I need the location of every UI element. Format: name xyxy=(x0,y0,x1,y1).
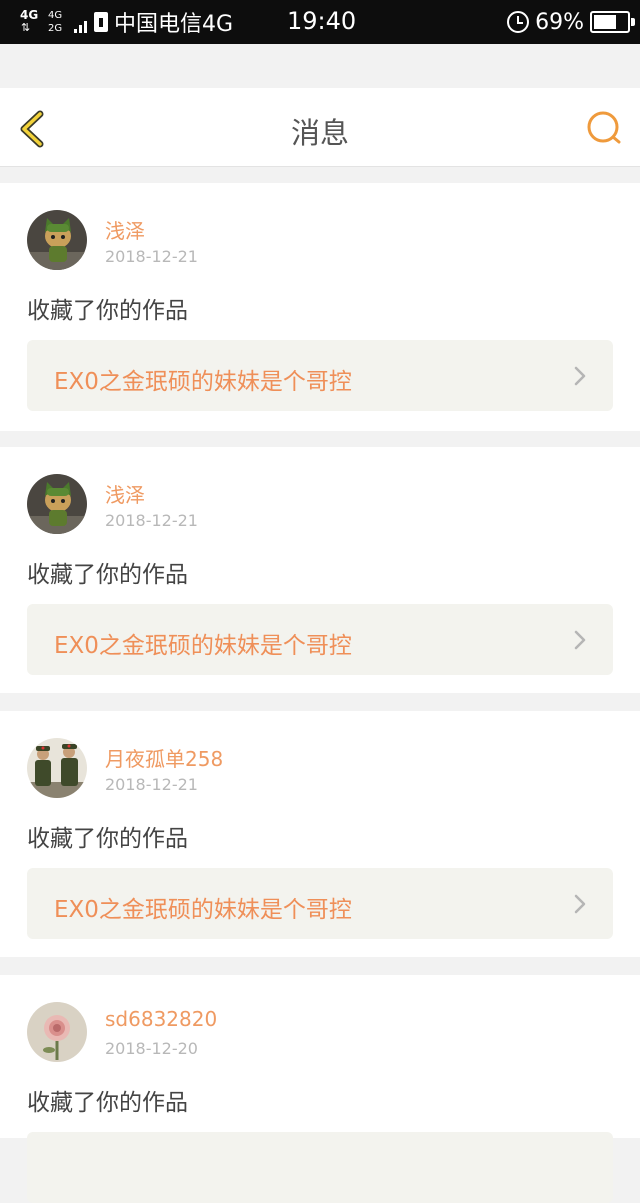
username[interactable]: 浅泽 xyxy=(105,215,145,244)
message-date: 2018-12-21 xyxy=(105,511,198,530)
cat-avatar-icon xyxy=(27,210,87,270)
signal-bar-icon xyxy=(84,21,87,33)
message-date: 2018-12-21 xyxy=(105,247,198,266)
avatar[interactable] xyxy=(27,210,87,270)
message-action: 收藏了你的作品 xyxy=(27,826,188,852)
data-arrows-icon: ⇅ xyxy=(21,21,31,34)
page-title: 消息 xyxy=(290,116,349,150)
nav-header: 消息 xyxy=(0,88,640,167)
network-label: 4G xyxy=(20,8,39,22)
message-action: 收藏了你的作品 xyxy=(27,298,188,324)
avatar[interactable] xyxy=(27,1002,87,1062)
signal-bar-icon xyxy=(74,29,77,33)
message-card: 浅泽 2018-12-21 收藏了你的作品 EX0之金珉硕的妹妹是个哥控 xyxy=(0,183,640,431)
work-link[interactable]: EX0之金珉硕的妹妹是个哥控 xyxy=(27,868,613,939)
chevron-right-icon xyxy=(574,894,586,914)
work-title: EX0之金珉硕的妹妹是个哥控 xyxy=(54,633,352,659)
username[interactable]: sd6832820 xyxy=(105,1007,217,1031)
battery-icon xyxy=(590,11,635,33)
message-action: 收藏了你的作品 xyxy=(27,1090,188,1116)
work-title: EX0之金珉硕的妹妹是个哥控 xyxy=(54,369,352,395)
status-right: 69% xyxy=(507,0,635,44)
work-title: EX0之金珉硕的妹妹是个哥控 xyxy=(54,897,352,923)
search-icon xyxy=(587,111,621,144)
message-action: 收藏了你的作品 xyxy=(27,562,188,588)
network-secondary-indicator: 4G 2G xyxy=(44,0,90,44)
avatar[interactable] xyxy=(27,474,87,534)
network-label-2g: 2G xyxy=(48,23,63,34)
rose-avatar-icon xyxy=(27,1002,87,1062)
carrier-name: 中国电信4G xyxy=(114,12,234,37)
cat-avatar-icon xyxy=(27,474,87,534)
message-card: 浅泽 2018-12-21 收藏了你的作品 EX0之金珉硕的妹妹是个哥控 xyxy=(0,447,640,693)
network-indicator: 4G ⇅ xyxy=(0,0,44,44)
username[interactable]: 浅泽 xyxy=(105,479,145,508)
search-button[interactable] xyxy=(584,108,624,148)
battery-percent: 69% xyxy=(535,9,584,35)
message-date: 2018-12-20 xyxy=(105,1039,198,1058)
chevron-right-icon xyxy=(574,366,586,386)
battery-fill xyxy=(594,15,616,29)
clock: 19:40 xyxy=(287,7,357,35)
sim-card-icon xyxy=(94,12,108,32)
message-card: sd6832820 2018-12-20 收藏了你的作品 xyxy=(0,975,640,1203)
username[interactable]: 月夜孤单258 xyxy=(105,743,223,772)
network-label-4g: 4G xyxy=(48,10,63,21)
avatar[interactable] xyxy=(27,738,87,798)
alarm-icon xyxy=(507,11,530,33)
status-bar: 4G ⇅ 4G 2G 中国电信4G 19:40 69% xyxy=(0,0,640,44)
soldiers-avatar-icon xyxy=(27,738,87,798)
message-date: 2018-12-21 xyxy=(105,775,198,794)
chevron-right-icon xyxy=(574,630,586,650)
work-link[interactable]: EX0之金珉硕的妹妹是个哥控 xyxy=(27,604,613,675)
message-card: 月夜孤单258 2018-12-21 收藏了你的作品 EX0之金珉硕的妹妹是个哥… xyxy=(0,711,640,957)
work-link[interactable]: EX0之金珉硕的妹妹是个哥控 xyxy=(27,340,613,411)
status-left: 4G ⇅ 4G 2G 中国电信4G xyxy=(0,0,233,44)
signal-bar-icon xyxy=(79,25,82,33)
work-link[interactable] xyxy=(27,1132,613,1203)
